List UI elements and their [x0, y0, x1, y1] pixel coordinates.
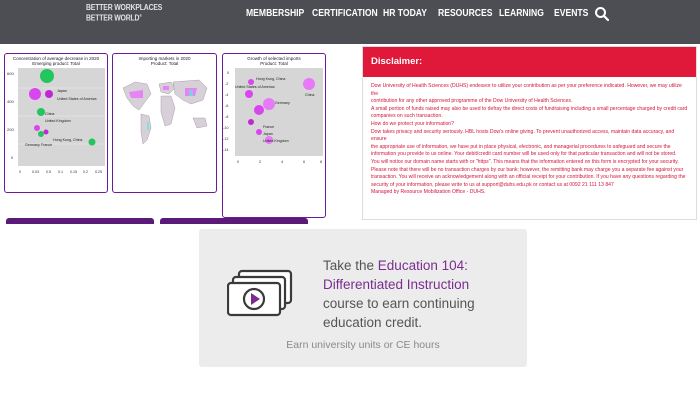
logo-tagline-1: BETTER WORKPLACES [86, 3, 163, 12]
svg-text:United States of America: United States of America [235, 85, 275, 89]
svg-text:0: 0 [19, 170, 21, 174]
svg-text:6: 6 [303, 160, 305, 164]
svg-text:4: 4 [281, 160, 283, 164]
chart-panel-importing-markets: Importing markets in 2020 Product: Total [112, 53, 217, 193]
svg-text:France: France [263, 125, 274, 129]
svg-text:0: 0 [11, 155, 14, 160]
panel-title: Concentration of average decrease in 202… [12, 56, 100, 66]
panel-tab-right[interactable] [160, 218, 308, 224]
svg-text:-14: -14 [223, 148, 229, 152]
svg-text:United Kingdom: United Kingdom [263, 139, 289, 143]
nav-events[interactable]: EVENTS [554, 8, 588, 19]
video-lesson-icon [227, 269, 293, 317]
svg-text:200: 200 [7, 127, 14, 132]
disclaimer-body: Dow University of Health Sciences (DUHS)… [371, 83, 688, 196]
nav-resources[interactable]: RESOURCES [438, 8, 492, 19]
chart-panel-concentration: Concentration of average decrease in 202… [4, 53, 108, 193]
svg-text:0.1: 0.1 [58, 170, 63, 174]
nav-hr-today[interactable]: HR TODAY [383, 8, 427, 19]
nav-membership[interactable]: MEMBERSHIP [246, 8, 304, 19]
site-header: BETTER WORKPLACES BETTER WORLD® MEMBERSH… [0, 0, 700, 44]
svg-text:Germany: Germany [25, 143, 40, 147]
bubble-germany [38, 131, 44, 137]
svg-text:-8: -8 [225, 115, 228, 119]
bubble-japan [40, 69, 54, 83]
svg-text:China: China [45, 112, 54, 116]
bubble-uk [34, 125, 40, 131]
svg-text:2: 2 [259, 160, 261, 164]
svg-text:8: 8 [320, 160, 322, 164]
course-promo-card[interactable]: Take the Education 104: Differentiated I… [199, 229, 527, 367]
svg-text:0.5: 0.5 [46, 170, 51, 174]
search-icon[interactable] [594, 6, 610, 22]
bubble-chart: 600 400 200 0 Japan United States of Ame… [7, 68, 105, 174]
svg-text:0: 0 [237, 160, 239, 164]
bubble-hong-kong [88, 138, 96, 146]
panel-title: Importing markets in 2020 Product: Total [138, 56, 191, 66]
svg-text:Japan: Japan [57, 89, 67, 93]
svg-text:400: 400 [7, 99, 14, 104]
bubble-france [43, 129, 49, 135]
svg-text:France: France [41, 143, 52, 147]
svg-text:-4: -4 [225, 93, 228, 97]
svg-text:600: 600 [7, 71, 14, 76]
disclaimer-title: Disclaimer: [363, 47, 696, 77]
promo-text: Take the Education 104: Differentiated I… [323, 258, 475, 330]
svg-text:0.03: 0.03 [32, 170, 39, 174]
svg-text:United Kingdom: United Kingdom [45, 119, 71, 123]
chart-panel-growth-imports: Growth of selected imports Product: Tota… [222, 53, 326, 218]
svg-text:-10: -10 [223, 126, 229, 130]
panel-tab-left[interactable] [6, 218, 154, 224]
svg-text:-6: -6 [225, 104, 228, 108]
logo-tagline-2: BETTER WORLD® [86, 13, 142, 23]
svg-text:Hong Kong, China: Hong Kong, China [256, 77, 285, 81]
svg-text:Germany: Germany [275, 101, 290, 105]
bubble-china-1 [45, 90, 53, 98]
panel-title: Growth of selected imports Product: Tota… [247, 56, 301, 66]
svg-text:-12: -12 [223, 137, 229, 141]
bubble-china [37, 108, 45, 116]
svg-text:Hong Kong, China: Hong Kong, China [53, 138, 82, 142]
nav-certification[interactable]: CERTIFICATION [312, 8, 378, 19]
svg-text:0: 0 [227, 71, 229, 75]
svg-text:United States of America: United States of America [57, 97, 97, 101]
bubble-usa [29, 88, 41, 100]
svg-text:Japan: Japan [263, 132, 273, 136]
svg-text:China: China [305, 93, 314, 97]
svg-text:-2: -2 [225, 82, 228, 86]
scatter-chart: 0 -2 -4 -6 -8 -10 -12 -14 Hong Kong, Chi… [223, 68, 323, 164]
promo-subtext: Earn university units or CE hours [286, 339, 440, 351]
svg-text:0.2: 0.2 [83, 170, 88, 174]
svg-text:0.15: 0.15 [70, 170, 77, 174]
disclaimer-box: Disclaimer: Dow University of Health Sci… [362, 46, 697, 220]
world-map [122, 79, 208, 145]
nav-learning[interactable]: LEARNING [499, 8, 544, 19]
svg-text:0.25: 0.25 [95, 170, 102, 174]
logo[interactable]: BETTER WORKPLACES BETTER WORLD® [86, 4, 166, 23]
